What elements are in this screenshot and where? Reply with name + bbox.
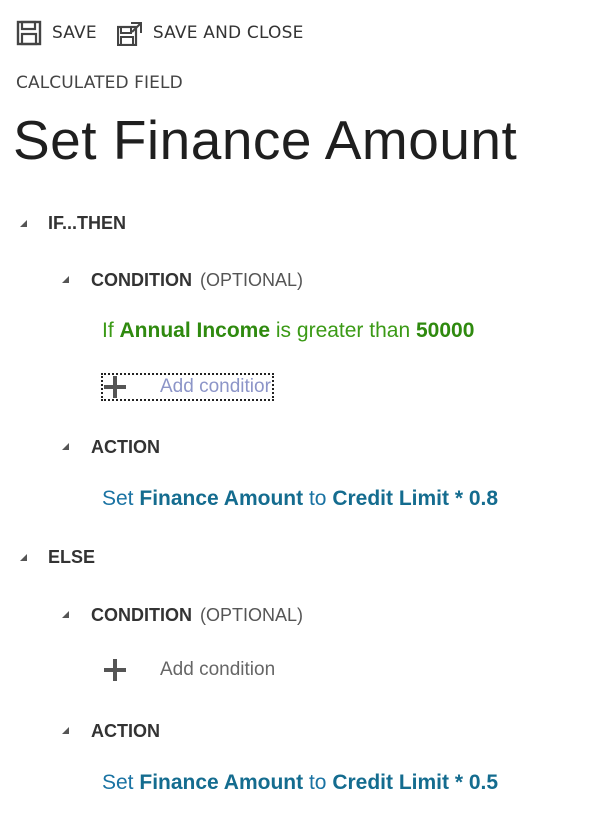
collapse-caret-icon[interactable] <box>62 727 69 734</box>
else-condition-heading: CONDITION (OPTIONAL) <box>91 605 303 626</box>
save-and-close-button[interactable]: SAVE AND CLOSE <box>116 20 304 46</box>
entity-type-label: CALCULATED FIELD <box>16 73 183 93</box>
collapse-caret-icon[interactable] <box>62 276 69 283</box>
action-expression: Credit Limit * 0.8 <box>332 487 499 510</box>
action-verb: Set <box>102 771 134 794</box>
action-connector: to <box>308 771 327 794</box>
action-rule[interactable]: Set Finance Amount to Credit Limit * 0.5 <box>102 771 498 795</box>
condition-rule[interactable]: If Annual Income is greater than 50000 <box>102 319 474 343</box>
page-title: Set Finance Amount <box>13 109 518 171</box>
action-verb: Set <box>102 487 134 510</box>
save-close-icon <box>116 22 142 46</box>
add-condition-label: Add conditior <box>160 376 271 397</box>
optional-label: (OPTIONAL) <box>200 605 304 625</box>
command-bar: SAVE SAVE AND CLOSE <box>16 18 324 48</box>
condition-heading-label: CONDITION <box>91 605 192 625</box>
collapse-caret-icon[interactable] <box>20 220 27 227</box>
plus-icon <box>104 376 126 398</box>
action-expression: Credit Limit * 0.5 <box>332 771 499 794</box>
if-then-heading: IF...THEN <box>48 213 127 233</box>
save-button[interactable]: SAVE <box>16 20 97 46</box>
action-rule[interactable]: Set Finance Amount to Credit Limit * 0.8 <box>102 487 498 511</box>
optional-label: (OPTIONAL) <box>200 270 304 290</box>
save-and-close-label: SAVE AND CLOSE <box>152 23 304 43</box>
else-action-heading: ACTION <box>91 721 160 741</box>
collapse-caret-icon[interactable] <box>20 554 27 561</box>
add-condition-button[interactable]: Add conditior <box>101 373 274 401</box>
plus-icon <box>104 659 126 681</box>
add-condition-label: Add condition <box>160 659 276 680</box>
add-condition-button[interactable]: Add condition <box>104 659 275 681</box>
condition-prefix: If <box>102 319 114 342</box>
collapse-caret-icon[interactable] <box>62 443 69 450</box>
condition-operator: is greater than <box>275 319 411 342</box>
condition-heading-label: CONDITION <box>91 270 192 290</box>
condition-field: Annual Income <box>119 319 271 342</box>
action-connector: to <box>308 487 327 510</box>
floppy-disk-icon <box>16 20 42 46</box>
collapse-caret-icon[interactable] <box>62 611 69 618</box>
action-target: Finance Amount <box>139 771 304 794</box>
action-target: Finance Amount <box>139 487 304 510</box>
if-action-heading: ACTION <box>91 437 160 457</box>
if-condition-heading: CONDITION (OPTIONAL) <box>91 270 303 291</box>
save-label: SAVE <box>52 23 97 43</box>
else-heading: ELSE <box>48 547 96 567</box>
condition-value: 50000 <box>415 319 475 342</box>
